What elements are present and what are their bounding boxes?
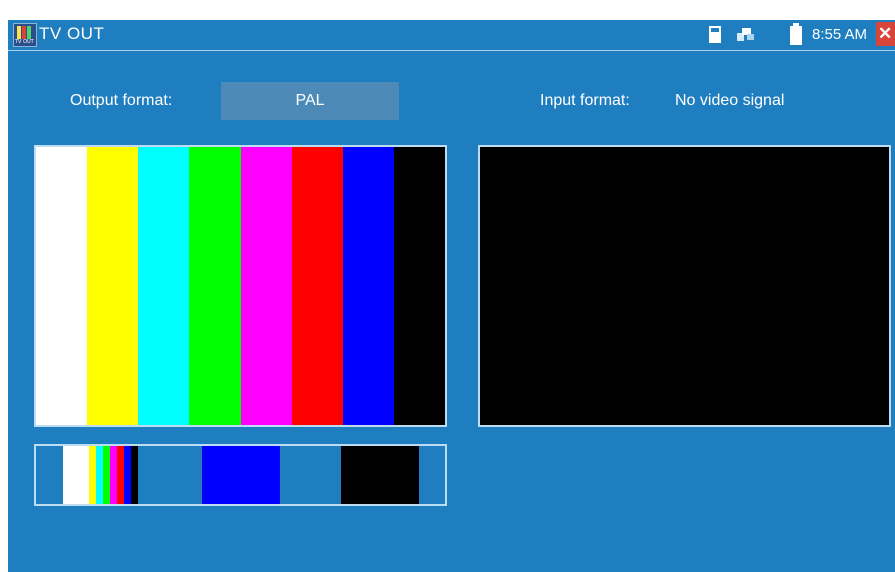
mini-color-bar [89,446,96,504]
color-bar [138,147,190,425]
mini-color-bar [131,446,138,504]
output-preview [34,145,447,427]
tv-out-app-icon[interactable]: TV OUT [13,23,37,47]
network-icon [737,27,755,47]
mini-color-bar [96,446,103,504]
input-format-value: No video signal [675,92,785,109]
title-bar: TV OUT TV OUT 8:55 AM ✕ [8,20,895,51]
close-button[interactable]: ✕ [876,22,895,46]
app-title: TV OUT [39,24,105,43]
color-bar [240,147,292,425]
mini-color-bar [110,446,117,504]
color-bar [87,147,139,425]
app-icon-caption: TV OUT [15,39,34,45]
sd-card-icon [709,26,721,48]
output-format-label: Output format: [70,92,173,109]
test-pattern-selector [34,444,447,506]
color-bar [291,147,343,425]
mini-color-bar [117,446,124,504]
status-clock: 8:55 AM [812,26,868,43]
color-bar [342,147,394,425]
input-video-preview [478,145,891,427]
battery-icon [790,23,802,50]
blue-screen-pattern-thumb[interactable] [202,446,280,504]
color-bar [393,147,445,425]
color-bars-pattern-thumb[interactable] [63,446,145,504]
mini-color-bar [103,446,110,504]
tv-out-screen: TV OUT TV OUT 8:55 AM ✕ Output format: P… [8,20,895,572]
mini-color-bar [63,446,89,504]
mini-color-bar [124,446,131,504]
mini-color-bars [63,446,145,504]
color-bar [189,147,241,425]
color-bar [36,147,88,425]
close-icon: ✕ [878,24,893,43]
black-screen-pattern-thumb[interactable] [341,446,419,504]
input-format-label: Input format: [540,92,630,109]
output-format-selector[interactable]: PAL [221,82,399,120]
